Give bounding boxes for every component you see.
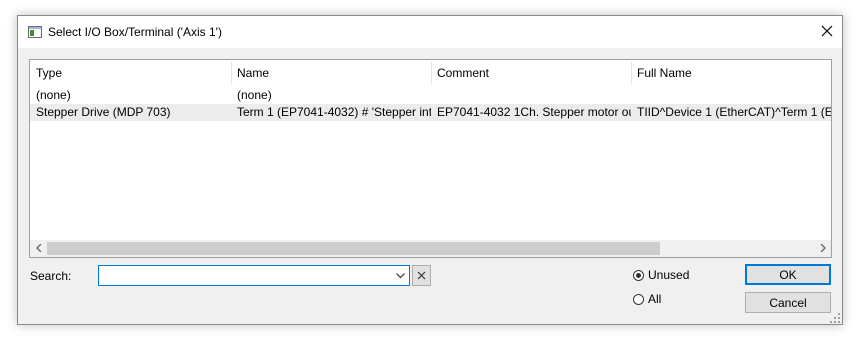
close-icon: [821, 25, 833, 40]
scrollbar-thumb[interactable]: [47, 242, 660, 255]
radio-unused-label: Unused: [648, 268, 690, 282]
radio-all-label: All: [648, 292, 662, 306]
window-title: Select I/O Box/Terminal ('Axis 1'): [48, 25, 222, 39]
column-header-name[interactable]: Name: [231, 60, 431, 87]
app-window-icon: [28, 26, 42, 38]
list-header: Type Name Comment Full Name: [30, 60, 831, 87]
cell-full-name: TIID^Device 1 (EtherCAT)^Term 1 (EP70: [637, 105, 832, 119]
table-row[interactable]: Stepper Drive (MDP 703) Term 1 (EP7041-4…: [30, 104, 831, 121]
select-io-dialog: Select I/O Box/Terminal ('Axis 1') Type …: [17, 15, 843, 325]
title-bar: Select I/O Box/Terminal ('Axis 1'): [18, 16, 842, 48]
ok-button[interactable]: OK: [745, 264, 831, 285]
chevron-down-icon[interactable]: [392, 267, 408, 284]
radio-unused[interactable]: Unused: [633, 268, 689, 282]
search-label: Search:: [30, 269, 72, 283]
close-button[interactable]: [812, 16, 842, 48]
resize-grip-icon[interactable]: [830, 312, 840, 323]
scroll-right-button[interactable]: [814, 240, 831, 257]
cell-type: Stepper Drive (MDP 703): [36, 105, 171, 119]
radio-checked-icon[interactable]: [633, 269, 644, 281]
cell-comment: [431, 87, 631, 104]
search-input[interactable]: [101, 267, 391, 284]
horizontal-scrollbar[interactable]: [30, 240, 831, 257]
cell-full-name: [631, 87, 831, 104]
cell-comment: EP7041-4032 1Ch. Stepper motor out...: [437, 105, 631, 119]
radio-all[interactable]: All: [633, 292, 661, 306]
search-combobox[interactable]: [98, 265, 410, 286]
table-row[interactable]: (none) (none): [30, 87, 831, 104]
close-icon: [417, 269, 426, 283]
terminal-list[interactable]: Type Name Comment Full Name (none) (none…: [29, 59, 832, 258]
chevron-right-icon: [820, 243, 826, 255]
chevron-left-icon: [35, 243, 42, 255]
radio-unchecked-icon[interactable]: [633, 293, 644, 305]
cell-type: (none): [36, 88, 71, 102]
clear-search-button[interactable]: [412, 265, 431, 286]
column-header-full-name[interactable]: Full Name: [631, 60, 831, 87]
cancel-button[interactable]: Cancel: [745, 292, 831, 313]
cell-name: (none): [237, 88, 272, 102]
column-header-type[interactable]: Type: [30, 60, 231, 87]
column-header-comment[interactable]: Comment: [431, 60, 631, 87]
cell-name: Term 1 (EP7041-4032) # 'Stepper inte...: [237, 105, 431, 119]
scroll-left-button[interactable]: [30, 240, 47, 257]
